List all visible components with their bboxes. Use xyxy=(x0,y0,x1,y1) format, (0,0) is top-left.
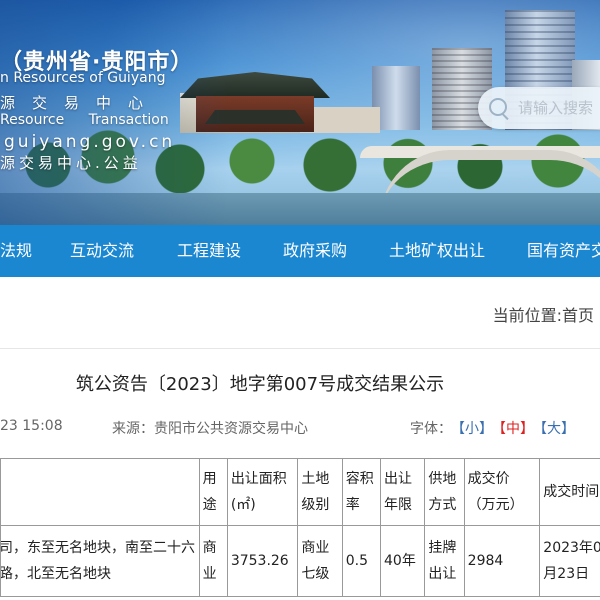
table-header-cell: 用途 xyxy=(198,458,228,526)
table-cell-location: 司，东至无名地块，南至二十六 路，北至无名地块 xyxy=(0,525,200,597)
table-cell-area: 3753.26 xyxy=(226,525,299,597)
nav-item-procurement[interactable]: 政府采购 xyxy=(283,225,347,277)
nav-item-regulations[interactable]: 法规 xyxy=(0,225,32,277)
font-size-medium-button[interactable]: 【中】 xyxy=(499,421,534,437)
transaction-table: 用途 出让面积(㎡) 土地级别 容积率 出让年限 供地方式 成交价（万元） 成交… xyxy=(0,458,600,597)
table-header-cell: 土地级别 xyxy=(297,458,343,526)
header-banner: （贵州省·贵阳市） n Resources of Guiyang 源交易中心 R… xyxy=(0,0,600,225)
font-size-large-button[interactable]: 【大】 xyxy=(540,421,575,437)
table-row: 司，东至无名地块，南至二十六 路，北至无名地块 商业 3753.26 商业七级 … xyxy=(0,525,600,597)
site-subtitle-en: Resource Transaction xyxy=(0,112,169,128)
table-header-cell xyxy=(0,458,200,526)
font-size-small-button[interactable]: 【小】 xyxy=(458,421,493,437)
breadcrumb[interactable]: 当前位置:首页 xyxy=(493,302,594,326)
publish-time: 23 15:08 xyxy=(0,418,63,434)
location-line: 路，北至无名地块 xyxy=(0,566,111,582)
search-icon[interactable] xyxy=(486,95,512,121)
table-cell-term: 40年 xyxy=(380,525,426,597)
table-header-row: 用途 出让面积(㎡) 土地级别 容积率 出让年限 供地方式 成交价（万元） 成交… xyxy=(0,458,600,526)
nav-item-engineering[interactable]: 工程建设 xyxy=(177,225,241,277)
breadcrumb-bar: 当前位置:首页 xyxy=(0,278,600,349)
nav-item-interaction[interactable]: 互动交流 xyxy=(70,225,134,277)
table-header-cell: 出让面积(㎡) xyxy=(226,458,299,526)
table-cell-price: 2984 xyxy=(463,525,541,597)
table-cell-mode: 挂牌出让 xyxy=(424,525,465,597)
article-title: 筑公资告〔2023〕地字第007号成交结果公示 xyxy=(75,374,445,395)
font-size-switcher: 字体： 【小】 【中】 【大】 xyxy=(410,418,575,438)
search-input[interactable] xyxy=(518,99,600,117)
table-cell-far: 0.5 xyxy=(341,525,382,597)
site-title-en: n Resources of Guiyang xyxy=(0,70,166,86)
table-header-cell: 成交时间 xyxy=(539,458,600,526)
main-nav: 法规 互动交流 工程建设 政府采购 土地矿权出让 国有资产交 xyxy=(0,225,600,277)
article-source: 来源：贵阳市公共资源交易中心 xyxy=(112,421,308,437)
font-size-label: 字体： xyxy=(410,421,452,437)
site-subtitle-cn: 源交易中心 xyxy=(0,94,161,112)
table-header-cell: 成交价（万元） xyxy=(463,458,541,526)
site-slogan: 源交易中心.公益 xyxy=(0,154,142,172)
table-cell-use: 商业 xyxy=(198,525,228,597)
location-line: 司，东至无名地块，南至二十六 xyxy=(0,540,195,556)
site-domain: guiyang.gov.cn xyxy=(4,132,176,152)
table-header-cell: 容积率 xyxy=(341,458,382,526)
nav-item-land-mining[interactable]: 土地矿权出让 xyxy=(389,225,485,277)
search-box[interactable] xyxy=(478,87,600,129)
nav-item-state-assets[interactable]: 国有资产交 xyxy=(527,225,600,277)
table-cell-grade: 商业七级 xyxy=(297,525,343,597)
table-cell-date: 2023年02月23日 xyxy=(539,525,600,597)
table-header-cell: 供地方式 xyxy=(424,458,465,526)
table-header-cell: 出让年限 xyxy=(380,458,426,526)
